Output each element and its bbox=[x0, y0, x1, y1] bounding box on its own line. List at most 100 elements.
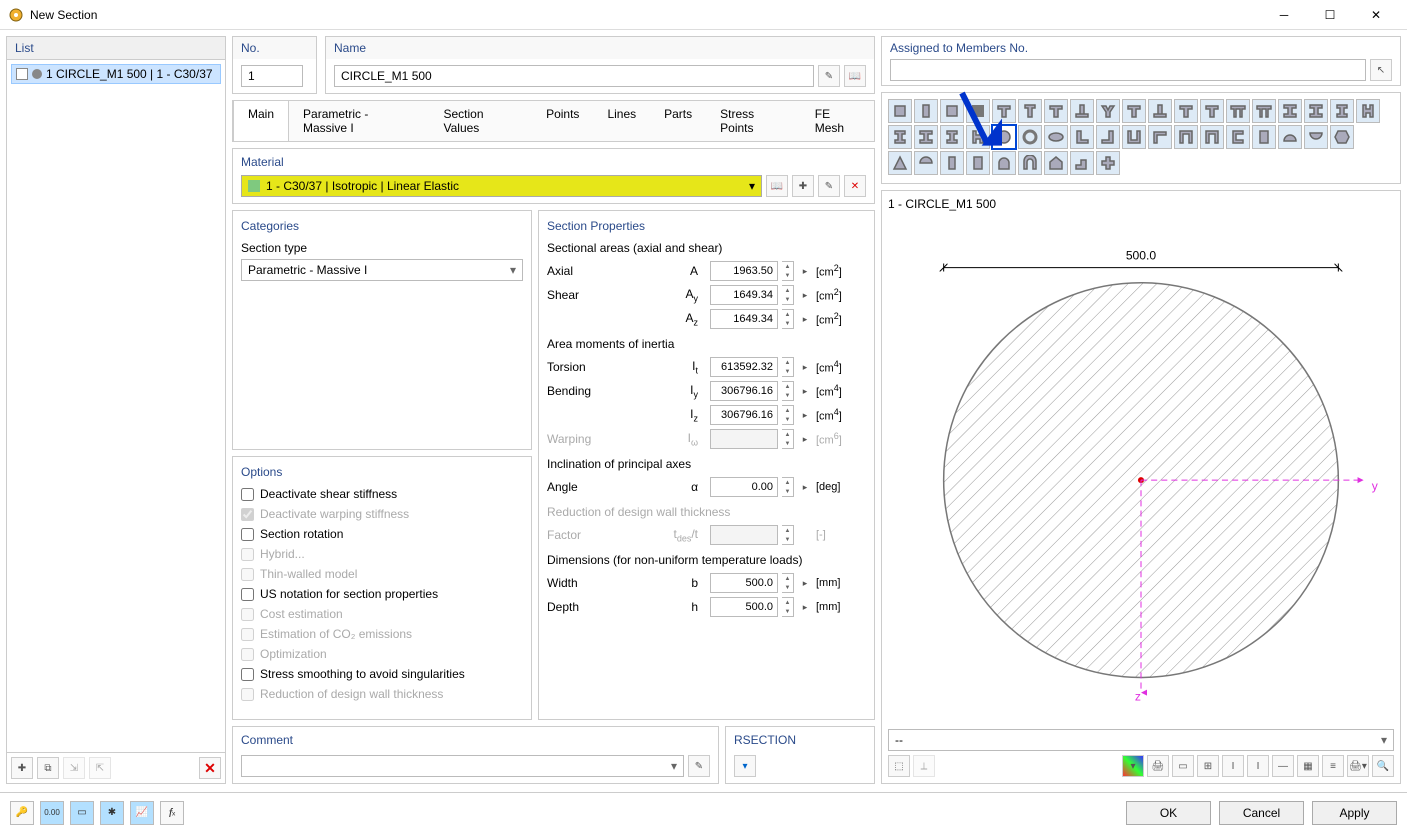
shape-TT-button[interactable] bbox=[1226, 99, 1250, 123]
preview-tool-1[interactable]: ⬚ bbox=[888, 755, 910, 777]
section-type-select[interactable]: Parametric - Massive I ▾ bbox=[241, 259, 523, 281]
preview-tool-2[interactable]: ⟂ bbox=[913, 755, 935, 777]
spinner[interactable]: ▲▼ bbox=[782, 261, 794, 281]
b-input[interactable] bbox=[710, 573, 778, 593]
shape-Iw-button[interactable] bbox=[914, 125, 938, 149]
material-select[interactable]: 1 - C30/37 | Isotropic | Linear Elastic … bbox=[241, 175, 762, 197]
library-button[interactable]: 📖 bbox=[844, 65, 866, 87]
shape-Uo-button[interactable] bbox=[1148, 125, 1172, 149]
shape-halfe-button[interactable] bbox=[1278, 125, 1302, 149]
shape-plus-button[interactable] bbox=[1096, 151, 1120, 175]
spinner[interactable]: ▲▼ bbox=[782, 573, 794, 593]
shape-rectv-button[interactable] bbox=[914, 99, 938, 123]
spinner[interactable]: ▲▼ bbox=[782, 381, 794, 401]
axial-input[interactable] bbox=[710, 261, 778, 281]
new-button[interactable]: ✚ bbox=[11, 757, 33, 779]
shape-I-button[interactable] bbox=[1330, 99, 1354, 123]
preview-dropdown[interactable]: --▾ bbox=[888, 729, 1394, 751]
shape-T-button[interactable] bbox=[1174, 99, 1198, 123]
shape-H-button[interactable] bbox=[1356, 99, 1380, 123]
edit-name-button[interactable]: ✎ bbox=[818, 65, 840, 87]
tab-fe-mesh[interactable]: FE Mesh bbox=[801, 101, 874, 141]
it-input[interactable] bbox=[710, 357, 778, 377]
alpha-input[interactable] bbox=[710, 477, 778, 497]
preview-tool-c[interactable]: I bbox=[1222, 755, 1244, 777]
material-library-button[interactable]: 📖 bbox=[766, 175, 788, 197]
shape-U-button[interactable] bbox=[1122, 125, 1146, 149]
apply-button[interactable]: Apply bbox=[1312, 801, 1397, 825]
axes-button[interactable]: ✱ bbox=[100, 801, 124, 825]
shape-Tn-button[interactable] bbox=[1018, 99, 1042, 123]
spinner[interactable]: ▲▼ bbox=[782, 597, 794, 617]
spinner[interactable]: ▲▼ bbox=[782, 477, 794, 497]
preview-tool-a[interactable]: ▭ bbox=[1172, 755, 1194, 777]
preview-tool-h[interactable]: 🖨▾ bbox=[1347, 755, 1369, 777]
shape-Lm-button[interactable] bbox=[1096, 125, 1120, 149]
spinner[interactable]: ▲▼ bbox=[782, 357, 794, 377]
preview-tool-i[interactable]: 🔍 bbox=[1372, 755, 1394, 777]
iy-input[interactable] bbox=[710, 381, 778, 401]
shape-T-button[interactable] bbox=[1044, 99, 1068, 123]
material-edit-button[interactable]: ✎ bbox=[818, 175, 840, 197]
tab-points[interactable]: Points bbox=[532, 101, 593, 141]
tab-lines[interactable]: Lines bbox=[593, 101, 650, 141]
h-input[interactable] bbox=[710, 597, 778, 617]
shape-TT-button[interactable] bbox=[1252, 99, 1276, 123]
delete-button[interactable]: ✕ bbox=[199, 757, 221, 779]
formula-button[interactable]: fₓ bbox=[160, 801, 184, 825]
iz-input[interactable] bbox=[710, 405, 778, 425]
cancel-button[interactable]: Cancel bbox=[1219, 801, 1304, 825]
name-input[interactable] bbox=[334, 65, 814, 87]
shape-ellipse-button[interactable] bbox=[1044, 125, 1068, 149]
tab-parts[interactable]: Parts bbox=[650, 101, 706, 141]
shape-I-button[interactable] bbox=[888, 125, 912, 149]
preview-tool-g[interactable]: ≡ bbox=[1322, 755, 1344, 777]
ay-input[interactable] bbox=[710, 285, 778, 305]
shape-T-button[interactable] bbox=[1200, 99, 1224, 123]
tab-stress-points[interactable]: Stress Points bbox=[706, 101, 801, 141]
shape-stair-button[interactable] bbox=[1070, 151, 1094, 175]
view-button[interactable]: ▭ bbox=[70, 801, 94, 825]
collapse-button[interactable]: ⇲ bbox=[63, 757, 85, 779]
shape-semicircle-button[interactable] bbox=[914, 151, 938, 175]
shape-tri-button[interactable] bbox=[888, 151, 912, 175]
material-delete-button[interactable]: ✕ bbox=[844, 175, 866, 197]
minimize-button[interactable]: ─ bbox=[1261, 0, 1307, 30]
assigned-pick-button[interactable]: ↖ bbox=[1370, 59, 1392, 81]
graph-button[interactable]: 📈 bbox=[130, 801, 154, 825]
help-button[interactable]: 🔑 bbox=[10, 801, 34, 825]
close-button[interactable]: ✕ bbox=[1353, 0, 1399, 30]
copy-button[interactable]: ⧉ bbox=[37, 757, 59, 779]
units-button[interactable]: 0.00 bbox=[40, 801, 64, 825]
shape-rect-button[interactable] bbox=[888, 99, 912, 123]
material-new-button[interactable]: ✚ bbox=[792, 175, 814, 197]
shape-Ui-button[interactable] bbox=[1200, 125, 1224, 149]
tab-main[interactable]: Main bbox=[233, 101, 289, 141]
shape-C-button[interactable] bbox=[1226, 125, 1250, 149]
shape-recth-button[interactable] bbox=[1252, 125, 1276, 149]
preview-tool-b[interactable]: ⊞ bbox=[1197, 755, 1219, 777]
tab-section-values[interactable]: Section Values bbox=[429, 101, 532, 141]
shape-L-button[interactable] bbox=[1070, 125, 1094, 149]
spinner[interactable]: ▲▼ bbox=[782, 405, 794, 425]
tab-parametric[interactable]: Parametric - Massive I bbox=[289, 101, 429, 141]
preview-tool-print[interactable]: 🖨 bbox=[1147, 755, 1169, 777]
shape-Iw-button[interactable] bbox=[1278, 99, 1302, 123]
spinner[interactable]: ▲▼ bbox=[782, 285, 794, 305]
maximize-button[interactable]: ☐ bbox=[1307, 0, 1353, 30]
az-input[interactable] bbox=[710, 309, 778, 329]
preview-tool-f[interactable]: ▦ bbox=[1297, 755, 1319, 777]
expand-button[interactable]: ⇱ bbox=[89, 757, 111, 779]
comment-edit-button[interactable]: ✎ bbox=[688, 755, 710, 777]
rsection-button[interactable]: ▾ bbox=[734, 755, 756, 777]
opt-deactivate-shear[interactable]: Deactivate shear stiffness bbox=[241, 487, 523, 501]
list-item[interactable]: 1 CIRCLE_M1 500 | 1 - C30/37 bbox=[11, 64, 221, 84]
preview-tool-e[interactable]: — bbox=[1272, 755, 1294, 777]
spinner[interactable]: ▲▼ bbox=[782, 309, 794, 329]
shape-ring-button[interactable] bbox=[1018, 125, 1042, 149]
preview-tool-d[interactable]: I bbox=[1247, 755, 1269, 777]
opt-section-rotation[interactable]: Section rotation bbox=[241, 527, 523, 541]
shape-Ti-button[interactable] bbox=[1148, 99, 1172, 123]
assigned-input[interactable] bbox=[890, 59, 1366, 81]
no-input[interactable] bbox=[241, 65, 303, 87]
